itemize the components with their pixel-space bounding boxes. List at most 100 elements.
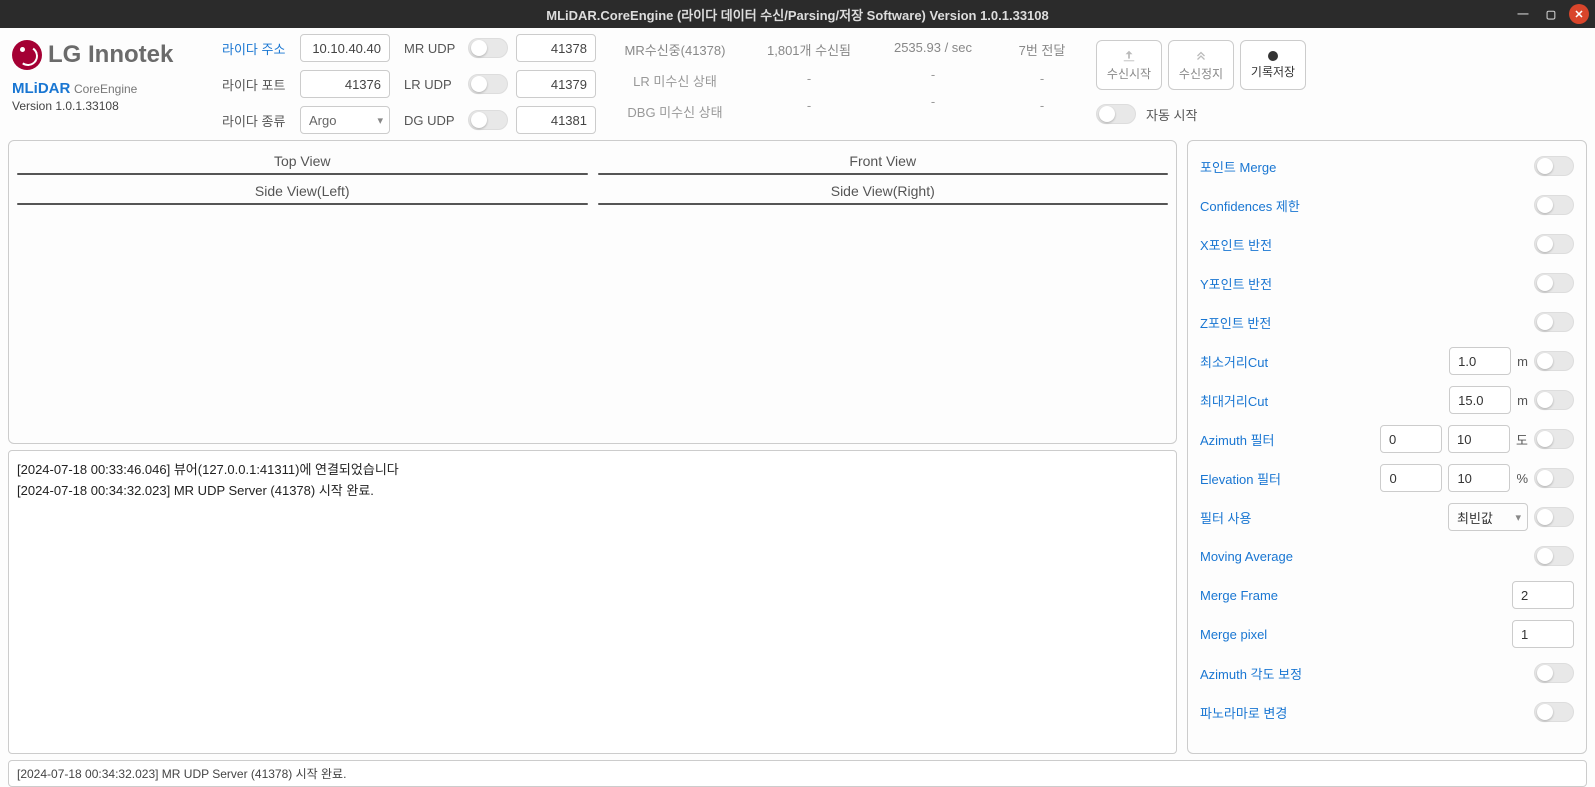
azimuth-filter-label: Azimuth 필터 — [1200, 430, 1275, 449]
mr-udp-label: MR UDP — [404, 41, 460, 56]
window-title: MLiDAR.CoreEngine (라이다 데이터 수신/Parsing/저장… — [546, 5, 1049, 24]
max-cut-label: 최대거리Cut — [1200, 391, 1268, 410]
top-view-title: Top View — [17, 149, 588, 173]
udp-settings: MR UDP LR UDP DG UDP — [404, 34, 596, 134]
dash-2a: - — [807, 71, 811, 86]
auto-start-label: 자동 시작 — [1146, 105, 1197, 124]
lidar-address-input[interactable] — [300, 34, 390, 62]
top-view-cell: Top View — [17, 149, 588, 175]
y-invert-label: Y포인트 반전 — [1200, 274, 1272, 293]
side-left-cell: Side View(Left) — [17, 179, 588, 205]
lr-udp-label: LR UDP — [404, 77, 460, 92]
front-view-title: Front View — [598, 149, 1169, 173]
auto-start-toggle[interactable] — [1096, 104, 1136, 124]
x-invert-label: X포인트 반전 — [1200, 235, 1272, 254]
dash-4a: - — [1040, 71, 1044, 86]
min-cut-toggle[interactable] — [1534, 351, 1574, 371]
dg-udp-port-input[interactable] — [516, 106, 596, 134]
panorama-toggle[interactable] — [1534, 702, 1574, 722]
side-left-title: Side View(Left) — [17, 179, 588, 203]
status-bar: [2024-07-18 00:34:32.023] MR UDP Server … — [8, 760, 1587, 787]
stop-receive-button[interactable]: 수신정지 — [1168, 40, 1234, 90]
close-button[interactable]: ✕ — [1569, 4, 1589, 24]
max-cut-input[interactable] — [1449, 386, 1511, 414]
maximize-button[interactable]: ▢ — [1541, 4, 1561, 24]
merge-frame-input[interactable] — [1512, 581, 1574, 609]
filter-use-select[interactable]: 최빈값 — [1448, 503, 1528, 531]
confidences-toggle[interactable] — [1534, 195, 1574, 215]
views-panel: Top View Front View Side View(Left) Side — [8, 140, 1177, 444]
lidar-type-label: 라이다 종류 — [222, 111, 292, 130]
action-buttons: 수신시작 수신정지 기록저장 — [1096, 34, 1306, 90]
start-receive-button[interactable]: 수신시작 — [1096, 40, 1162, 90]
lr-udp-port-input[interactable] — [516, 70, 596, 98]
lr-udp-toggle[interactable] — [468, 74, 508, 94]
merge-frame-label: Merge Frame — [1200, 588, 1278, 603]
lr-status: LR 미수신 상태 — [633, 71, 717, 90]
moving-avg-label: Moving Average — [1200, 549, 1293, 564]
moving-avg-toggle[interactable] — [1534, 546, 1574, 566]
dash-2b: - — [807, 98, 811, 113]
dg-status: DBG 미수신 상태 — [627, 102, 722, 121]
dg-udp-label: DG UDP — [404, 113, 460, 128]
point-merge-label: 포인트 Merge — [1200, 157, 1276, 176]
log-line: [2024-07-18 00:33:46.046] 뷰어(127.0.0.1:4… — [17, 459, 1168, 478]
z-invert-label: Z포인트 반전 — [1200, 313, 1271, 332]
status-col-1: MR수신중(41378) LR 미수신 상태 DBG 미수신 상태 — [610, 34, 740, 121]
front-view-cell: Front View — [598, 149, 1169, 175]
log-line: [2024-07-18 00:34:32.023] MR UDP Server … — [17, 480, 1168, 499]
top-view-canvas[interactable] — [17, 173, 588, 175]
y-invert-toggle[interactable] — [1534, 273, 1574, 293]
mr-status: MR수신중(41378) — [625, 40, 726, 59]
filter-use-label: 필터 사용 — [1200, 508, 1251, 527]
azimuth-filter-toggle[interactable] — [1534, 429, 1574, 449]
elevation-max-input[interactable] — [1448, 464, 1510, 492]
side-left-canvas[interactable] — [17, 203, 588, 205]
save-record-button[interactable]: 기록저장 — [1240, 40, 1306, 90]
toolbar: LG Innotek MLiDAR CoreEngine Version 1.0… — [8, 34, 1587, 140]
upload-icon — [1122, 49, 1136, 63]
azimuth-min-input[interactable] — [1380, 425, 1442, 453]
lidar-type-select[interactable]: Argo — [300, 106, 390, 134]
filter-use-toggle[interactable] — [1534, 507, 1574, 527]
log-panel[interactable]: [2024-07-18 00:33:46.046] 뷰어(127.0.0.1:4… — [8, 450, 1177, 754]
side-right-canvas[interactable] — [598, 203, 1169, 205]
front-view-canvas[interactable] — [598, 173, 1169, 175]
merge-pixel-input[interactable] — [1512, 620, 1574, 648]
dash-3b: - — [931, 94, 935, 109]
mr-udp-port-input[interactable] — [516, 34, 596, 62]
lidar-address-label: 라이다 주소 — [222, 39, 292, 58]
side-right-title: Side View(Right) — [598, 179, 1169, 203]
product-version: Version 1.0.1.33108 — [12, 99, 208, 113]
dash-4b: - — [1040, 98, 1044, 113]
x-invert-toggle[interactable] — [1534, 234, 1574, 254]
elevation-min-input[interactable] — [1380, 464, 1442, 492]
dash-3a: - — [931, 67, 935, 82]
window-titlebar: MLiDAR.CoreEngine (라이다 데이터 수신/Parsing/저장… — [0, 0, 1595, 28]
lg-logo-icon — [12, 40, 42, 70]
status-col-3: 2535.93 / sec - - — [878, 34, 988, 109]
minimize-button[interactable]: — — [1513, 4, 1533, 24]
confidences-label: Confidences 제한 — [1200, 196, 1300, 215]
filter-panel: 포인트 Merge Confidences 제한 X포인트 반전 Y포인트 반전… — [1187, 140, 1587, 754]
elevation-filter-label: Elevation 필터 — [1200, 469, 1281, 488]
lidar-port-input[interactable] — [300, 70, 390, 98]
min-cut-label: 최소거리Cut — [1200, 352, 1268, 371]
recv-count: 1,801개 수신됨 — [767, 40, 851, 59]
elevation-filter-toggle[interactable] — [1534, 468, 1574, 488]
mr-udp-toggle[interactable] — [468, 38, 508, 58]
lidar-port-label: 라이다 포트 — [222, 75, 292, 94]
company-name: LG Innotek — [48, 41, 173, 69]
z-invert-toggle[interactable] — [1534, 312, 1574, 332]
unit-pct: % — [1516, 471, 1528, 486]
recv-rate: 2535.93 / sec — [894, 40, 972, 55]
point-merge-toggle[interactable] — [1534, 156, 1574, 176]
brand-block: LG Innotek MLiDAR CoreEngine Version 1.0… — [8, 34, 208, 113]
dg-udp-toggle[interactable] — [468, 110, 508, 130]
azimuth-max-input[interactable] — [1448, 425, 1510, 453]
min-cut-input[interactable] — [1449, 347, 1511, 375]
unit-m: m — [1517, 354, 1528, 369]
max-cut-toggle[interactable] — [1534, 390, 1574, 410]
azimuth-corr-toggle[interactable] — [1534, 663, 1574, 683]
record-icon — [1268, 51, 1278, 61]
